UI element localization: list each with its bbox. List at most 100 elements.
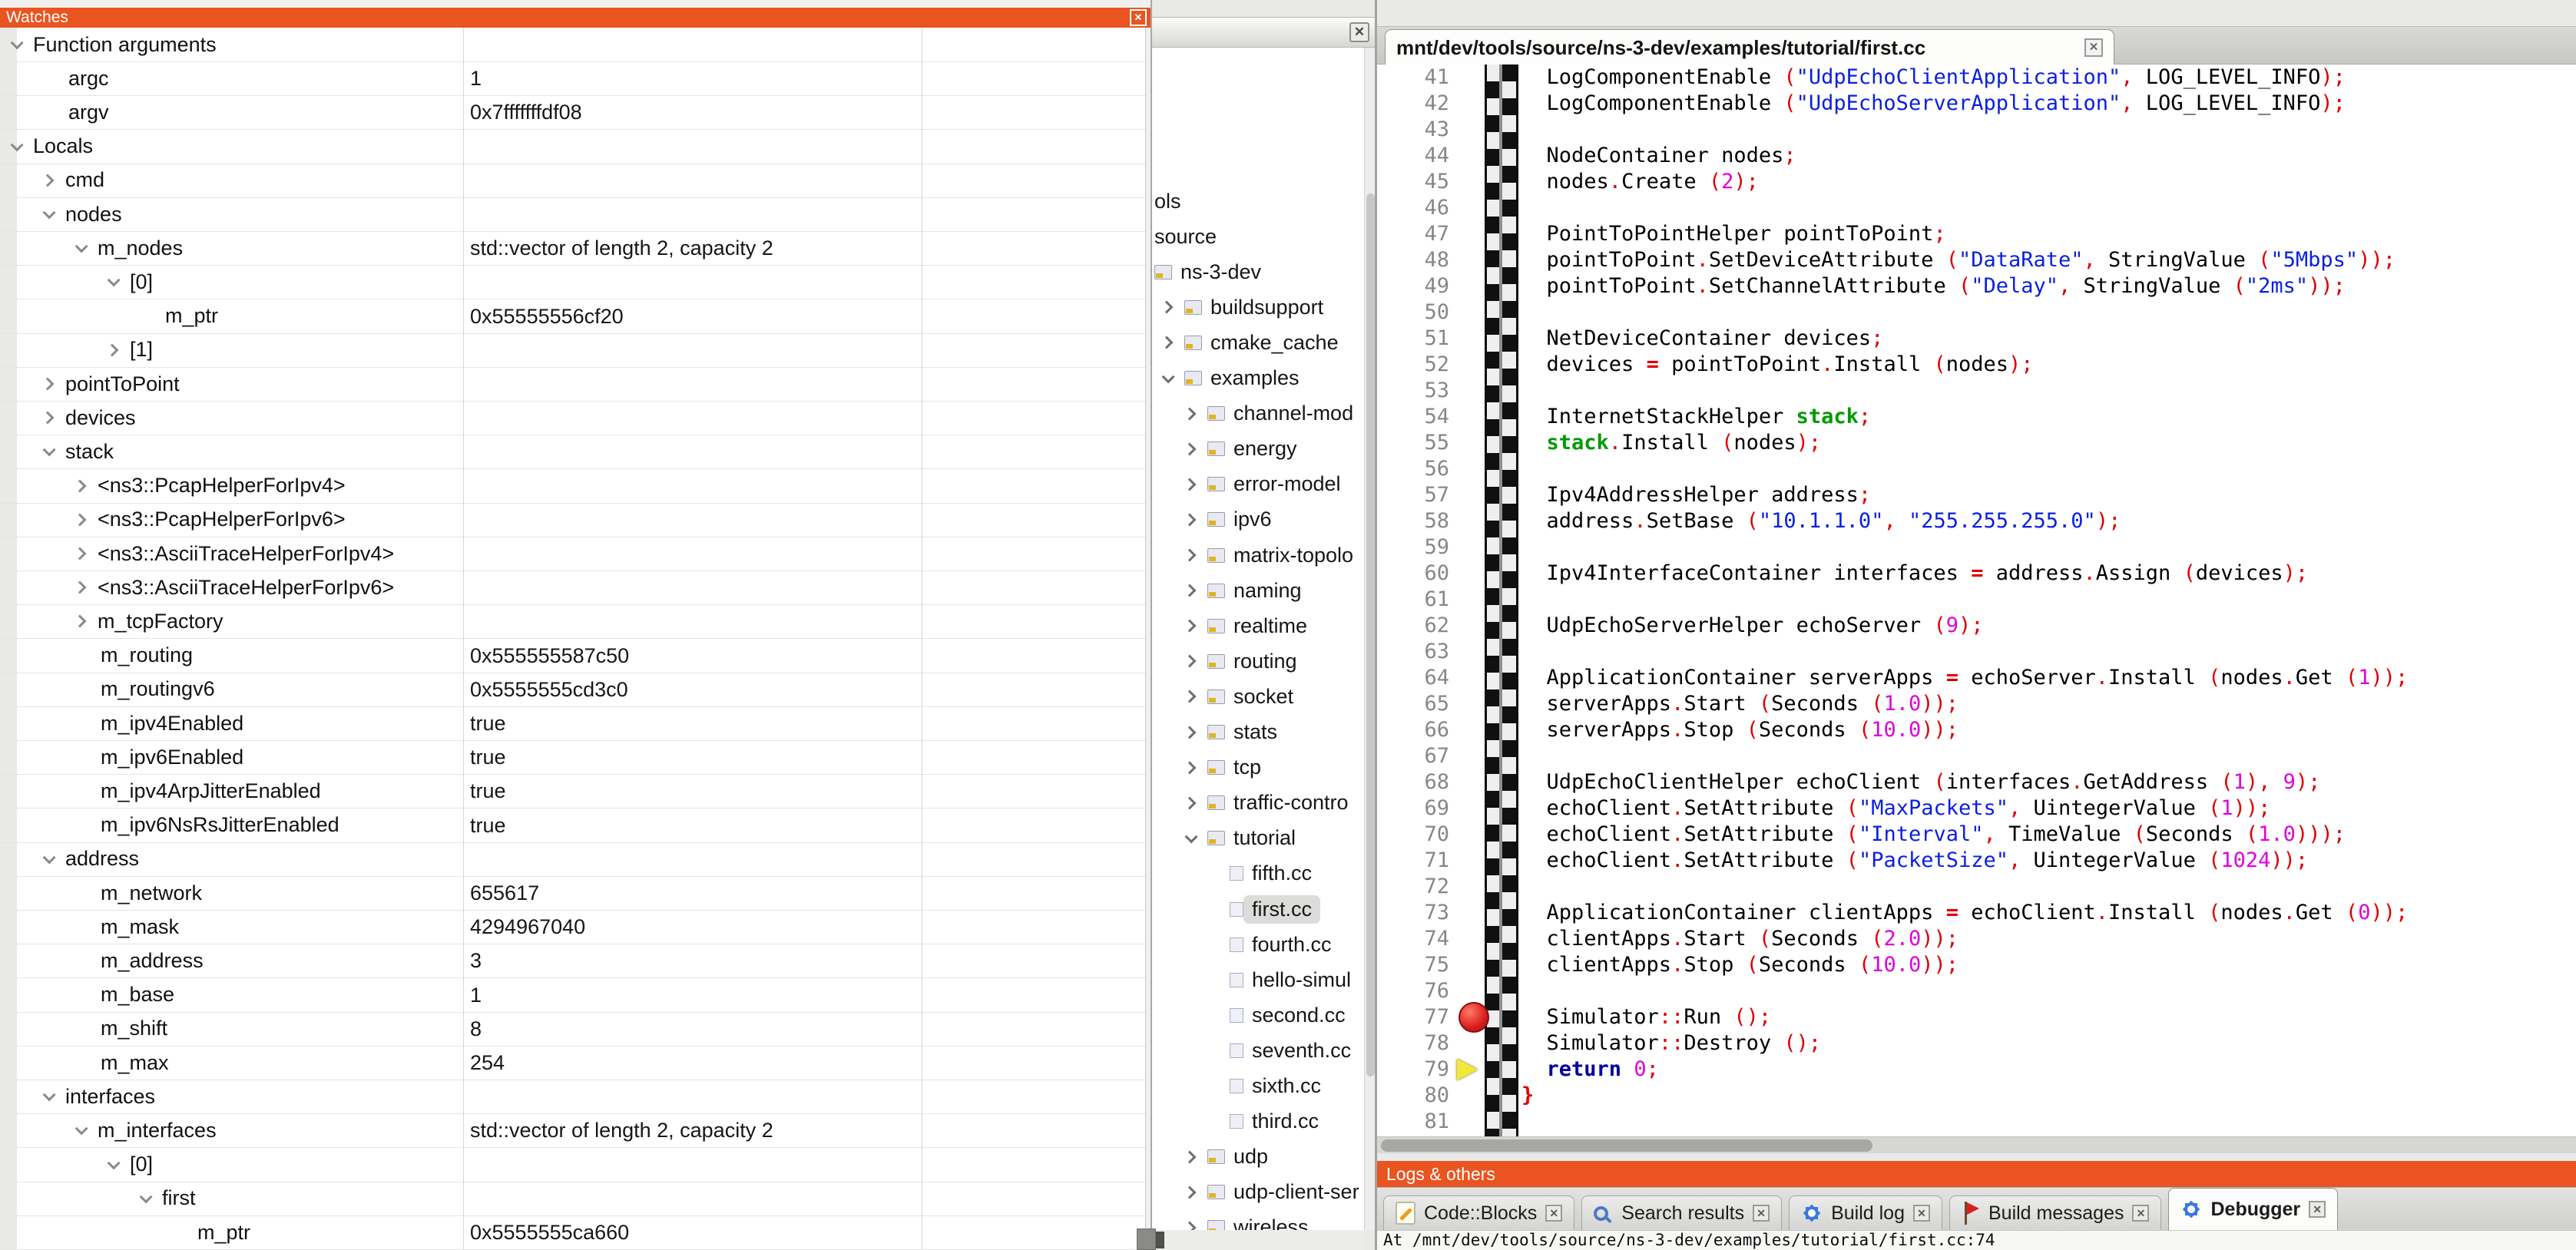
- tree-item-ols[interactable]: ols: [1150, 184, 1364, 219]
- expand-arrow-icon[interactable]: [1161, 301, 1174, 314]
- watch-row[interactable]: <ns3::PcapHelperForIpv6>: [0, 503, 1145, 537]
- expand-arrow-icon[interactable]: [1184, 1221, 1197, 1230]
- close-panel-icon[interactable]: ✕: [1349, 22, 1369, 42]
- collapse-arrow-icon[interactable]: [11, 36, 24, 49]
- watch-row[interactable]: [0]: [0, 1148, 1145, 1182]
- watch-row[interactable]: Function arguments: [0, 28, 1145, 62]
- expand-arrow-icon[interactable]: [1184, 761, 1197, 774]
- expand-arrow-icon[interactable]: [74, 581, 87, 594]
- watch-row[interactable]: m_shift8: [0, 1012, 1145, 1047]
- expand-arrow-icon[interactable]: [106, 343, 119, 356]
- logs-tab-build-log[interactable]: Build log✕: [1789, 1195, 1942, 1230]
- expand-arrow-icon[interactable]: [41, 378, 55, 391]
- collapse-arrow-icon[interactable]: [43, 851, 56, 864]
- editor-horizontal-scrollbar[interactable]: [1377, 1136, 2576, 1153]
- tree-item-source[interactable]: source: [1150, 219, 1364, 254]
- collapse-arrow-icon[interactable]: [108, 1156, 121, 1169]
- collapse-arrow-icon[interactable]: [43, 1089, 56, 1102]
- expand-arrow-icon[interactable]: [1184, 513, 1197, 526]
- expand-arrow-icon[interactable]: [1184, 620, 1197, 633]
- watch-row[interactable]: m_ipv4ArpJitterEnabledtrue: [0, 774, 1145, 809]
- expand-arrow-icon[interactable]: [1184, 478, 1197, 491]
- watch-row[interactable]: nodes: [0, 197, 1145, 232]
- watch-row[interactable]: m_mask4294967040: [0, 910, 1145, 944]
- watches-titlebar[interactable]: Watches ✕: [0, 8, 1151, 28]
- watch-row[interactable]: first: [0, 1182, 1145, 1216]
- tree-item-udp[interactable]: udp: [1150, 1139, 1364, 1175]
- watch-row[interactable]: m_ipv6NsRsJitterEnabledtrue: [0, 809, 1145, 843]
- tree-item-error-model[interactable]: error-model: [1150, 467, 1364, 502]
- expand-arrow-icon[interactable]: [1184, 690, 1197, 703]
- watch-row[interactable]: m_base1: [0, 978, 1145, 1013]
- watch-row[interactable]: m_interfacesstd::vector of length 2, cap…: [0, 1113, 1145, 1148]
- expand-arrow-icon[interactable]: [1184, 407, 1197, 420]
- expand-arrow-icon[interactable]: [1184, 1150, 1197, 1163]
- collapse-arrow-icon[interactable]: [75, 1123, 88, 1136]
- tree-item-socket[interactable]: socket: [1150, 679, 1364, 714]
- tree-item-realtime[interactable]: realtime: [1150, 608, 1364, 643]
- tree-item-ipv6[interactable]: ipv6: [1150, 502, 1364, 537]
- close-tab-icon[interactable]: ✕: [2132, 1205, 2149, 1222]
- collapse-arrow-icon[interactable]: [108, 274, 121, 287]
- tree-item-udp-client-ser[interactable]: udp-client-ser: [1150, 1175, 1364, 1210]
- tree-item-energy[interactable]: energy: [1150, 432, 1364, 467]
- close-tab-icon[interactable]: ✕: [2309, 1201, 2326, 1218]
- collapse-arrow-icon[interactable]: [140, 1190, 153, 1203]
- watch-row[interactable]: Locals: [0, 130, 1145, 164]
- tree-item-ns-3-dev[interactable]: ns-3-dev: [1150, 254, 1364, 289]
- expand-arrow-icon[interactable]: [74, 615, 87, 628]
- tree-item-stats[interactable]: stats: [1150, 715, 1364, 750]
- watch-row[interactable]: m_network655617: [0, 876, 1145, 911]
- watch-row[interactable]: m_tcpFactory: [0, 604, 1145, 639]
- projects-horizontal-scrollbar[interactable]: [1149, 1230, 1364, 1250]
- watch-row[interactable]: m_ptr0x5555555ca660: [0, 1215, 1145, 1250]
- collapse-arrow-icon[interactable]: [43, 206, 56, 219]
- expand-arrow-icon[interactable]: [41, 174, 55, 187]
- scrollbar-thumb[interactable]: [1366, 193, 1375, 1076]
- tree-item-hello-simul[interactable]: hello-simul: [1150, 962, 1364, 997]
- expand-arrow-icon[interactable]: [74, 479, 87, 492]
- tree-item-naming[interactable]: naming: [1150, 573, 1364, 608]
- watch-row[interactable]: m_routingv60x5555555cd3c0: [0, 673, 1145, 707]
- tree-item-first-cc[interactable]: first.cc: [1150, 891, 1364, 927]
- watch-row[interactable]: devices: [0, 401, 1145, 435]
- expand-arrow-icon[interactable]: [1184, 796, 1197, 809]
- watch-row[interactable]: argv0x7fffffffdf08: [0, 95, 1145, 130]
- logs-tab-search-results[interactable]: Search results✕: [1581, 1195, 1782, 1230]
- watch-row[interactable]: m_address3: [0, 944, 1145, 978]
- watch-row[interactable]: argc1: [0, 61, 1145, 96]
- column-separator[interactable]: [463, 28, 464, 1250]
- close-tab-icon[interactable]: ✕: [2084, 38, 2103, 57]
- watch-row[interactable]: stack: [0, 435, 1145, 469]
- watch-row[interactable]: cmd: [0, 164, 1145, 198]
- watch-row[interactable]: <ns3::AsciiTraceHelperForIpv6>: [0, 570, 1145, 605]
- projects-tree[interactable]: olssourcens-3-devbuildsupportcmake_cache…: [1149, 48, 1364, 1230]
- watch-row[interactable]: <ns3::PcapHelperForIpv4>: [0, 469, 1145, 504]
- watch-row[interactable]: <ns3::AsciiTraceHelperForIpv4>: [0, 537, 1145, 571]
- watch-row[interactable]: m_ipv4Enabledtrue: [0, 706, 1145, 741]
- collapse-arrow-icon[interactable]: [1162, 370, 1175, 383]
- close-tab-icon[interactable]: ✕: [1753, 1205, 1770, 1222]
- watch-row[interactable]: interfaces: [0, 1080, 1145, 1114]
- expand-arrow-icon[interactable]: [1184, 726, 1197, 739]
- tree-item-buildsupport[interactable]: buildsupport: [1150, 289, 1364, 325]
- close-watches-icon[interactable]: ✕: [1130, 9, 1147, 26]
- expand-arrow-icon[interactable]: [1161, 336, 1174, 349]
- collapse-arrow-icon[interactable]: [75, 240, 88, 253]
- tree-item-matrix-topolo[interactable]: matrix-topolo: [1150, 537, 1364, 573]
- watch-row[interactable]: pointToPoint: [0, 367, 1145, 402]
- tree-item-traffic-contro[interactable]: traffic-contro: [1150, 785, 1364, 821]
- code-area[interactable]: 4142434445464748495051525354555657585960…: [1377, 64, 2576, 1136]
- breakpoint-gutter[interactable]: [1485, 64, 1518, 1136]
- watch-row[interactable]: address: [0, 842, 1145, 877]
- tree-item-cmake-cache[interactable]: cmake_cache: [1150, 325, 1364, 360]
- collapse-arrow-icon[interactable]: [1185, 830, 1198, 843]
- expand-arrow-icon[interactable]: [74, 547, 87, 561]
- watch-row[interactable]: m_ipv6Enabledtrue: [0, 740, 1145, 775]
- tree-item-fifth-cc[interactable]: fifth.cc: [1150, 856, 1364, 891]
- tree-item-routing[interactable]: routing: [1150, 643, 1364, 679]
- close-tab-icon[interactable]: ✕: [1545, 1205, 1562, 1222]
- expand-arrow-icon[interactable]: [1184, 655, 1197, 668]
- watch-row[interactable]: m_ptr0x55555556cf20: [0, 299, 1145, 334]
- watch-row[interactable]: m_nodesstd::vector of length 2, capacity…: [0, 231, 1145, 266]
